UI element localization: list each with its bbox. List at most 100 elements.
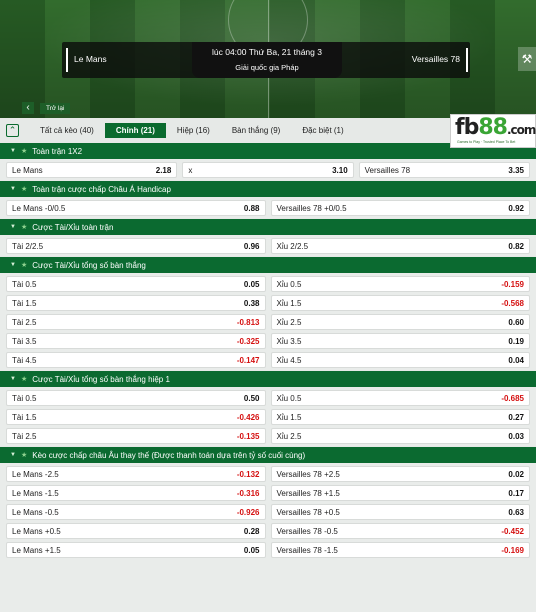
odds-button[interactable]: Versailles 78 +0/0.5 0.92 xyxy=(270,200,530,216)
odds-value: 0.28 xyxy=(243,526,260,536)
odds-button[interactable]: Xỉu 1.5 0.27 xyxy=(270,409,530,425)
odds-button[interactable]: Le Mans -2.5 -0.132 xyxy=(6,466,266,482)
chevron-down-icon[interactable]: ▼ xyxy=(10,148,16,154)
odds-row: Le Mans 2.18 x 3.10 Versailles 78 3.35 xyxy=(6,162,530,178)
star-icon[interactable]: ★ xyxy=(21,261,27,269)
match-header: Le Mans lúc 04:00 Thứ Ba, 21 tháng 3 Giả… xyxy=(0,0,536,118)
odds-button[interactable]: Tài 2.5 -0.135 xyxy=(6,428,266,444)
odds-button[interactable]: Versailles 78 +2.5 0.02 xyxy=(270,466,530,482)
odds-button[interactable]: Versailles 78 +1.5 0.17 xyxy=(270,485,530,501)
odds-button[interactable]: Xỉu 2/2.5 0.82 xyxy=(270,238,530,254)
odds-button[interactable]: Xỉu 1.5 -0.568 xyxy=(270,295,530,311)
logo-text: fb88.com xyxy=(455,115,536,140)
odds-button[interactable]: Tài 2.5 -0.813 xyxy=(6,314,266,330)
market-header[interactable]: ▼ ★ Cược Tài/Xỉu toàn trận xyxy=(0,218,536,235)
odds-button[interactable]: Le Mans +0.5 0.28 xyxy=(6,523,266,539)
market-header[interactable]: ▼ ★ Cược Tài/Xỉu tổng số bàn thắng xyxy=(0,256,536,273)
market-section: ▼ ★ Kèo cược chấp châu Âu thay thế (Được t… xyxy=(0,446,536,560)
selection-label: x xyxy=(188,165,193,175)
odds-button[interactable]: Xỉu 3.5 0.19 xyxy=(270,333,530,349)
odds-button[interactable]: Versailles 78 -1.5 -0.169 xyxy=(270,542,530,558)
odds-button[interactable]: Tài 1.5 -0.426 xyxy=(6,409,266,425)
odds-value: 0.38 xyxy=(243,298,260,308)
selection-label: Tài 2.5 xyxy=(12,317,37,327)
chevron-left-icon[interactable]: ‹ xyxy=(22,102,34,114)
odds-button[interactable]: Xỉu 0.5 -0.685 xyxy=(270,390,530,406)
odds-button[interactable]: Xỉu 2.5 0.60 xyxy=(270,314,530,330)
market-header[interactable]: ▼ ★ Kèo cược chấp châu Âu thay thế (Được t… xyxy=(0,446,536,463)
odds-value: -0.813 xyxy=(236,317,260,327)
star-icon[interactable]: ★ xyxy=(21,223,27,231)
selection-label: Xỉu 4.5 xyxy=(276,355,302,365)
selection-label: Xỉu 2.5 xyxy=(276,317,302,327)
odds-button[interactable]: Tài 4.5 -0.147 xyxy=(6,352,266,368)
back-button[interactable]: ‹ Trở lại xyxy=(22,102,71,114)
selection-label: Versailles 78 +0.5 xyxy=(276,507,340,517)
odds-value: 0.63 xyxy=(508,507,524,517)
selection-label: Xỉu 0.5 xyxy=(276,279,302,289)
tab-half[interactable]: Hiệp (16) xyxy=(166,123,221,138)
odds-button[interactable]: Le Mans -0.5 -0.926 xyxy=(6,504,266,520)
odds-button[interactable]: Tài 0.5 0.50 xyxy=(6,390,266,406)
odds-button[interactable]: Versailles 78 +0.5 0.63 xyxy=(270,504,530,520)
odds-value: -0.316 xyxy=(236,488,260,498)
odds-button[interactable]: Xỉu 2.5 0.03 xyxy=(270,428,530,444)
odds-button[interactable]: Le Mans +1.5 0.05 xyxy=(6,542,266,558)
back-label[interactable]: Trở lại xyxy=(40,102,71,114)
odds-button[interactable]: Le Mans -1.5 -0.316 xyxy=(6,485,266,501)
star-icon[interactable]: ★ xyxy=(21,147,27,155)
odds-value: -0.325 xyxy=(236,336,260,346)
odds-value: 0.50 xyxy=(243,393,260,403)
chevron-down-icon[interactable]: ▼ xyxy=(10,186,16,192)
star-icon[interactable]: ★ xyxy=(21,185,27,193)
logo-tagline: Games to Play · Trusted Place To Bet xyxy=(457,140,516,144)
odds-row: Le Mans -1.5 -0.316 Versailles 78 +1.5 0.17 xyxy=(6,485,530,501)
odds-value: 3.35 xyxy=(508,165,524,175)
market-title: Cược Tài/Xỉu toàn trận xyxy=(32,222,114,232)
market-header[interactable]: ▼ ★ Cược Tài/Xỉu tổng số bàn thắng hiệp 1 xyxy=(0,370,536,387)
chevron-down-icon[interactable]: ▼ xyxy=(10,262,16,268)
match-info: lúc 04:00 Thứ Ba, 21 tháng 3 Giải quốc g… xyxy=(192,42,342,78)
odds-button[interactable]: Tài 2/2.5 0.96 xyxy=(6,238,266,254)
selection-label: Versailles 78 -1.5 xyxy=(276,545,338,555)
selection-label: Le Mans -0.5 xyxy=(12,507,59,517)
odds-row: Tài 0.5 0.05 Xỉu 0.5 -0.159 xyxy=(6,276,530,292)
market-title: Toàn trận cược chấp Châu Á Handicap xyxy=(32,184,171,194)
odds-button[interactable]: Tài 3.5 -0.325 xyxy=(6,333,266,349)
odds-rows: Tài 0.5 0.05 Xỉu 0.5 -0.159 Tài 1.5 0.38 Xỉu 1… xyxy=(0,276,536,370)
odds-row: Le Mans -2.5 -0.132 Versailles 78 +2.5 0.02 xyxy=(6,466,530,482)
odds-rows: Le Mans -0/0.5 0.88 Versailles 78 +0/0.5 0.… xyxy=(0,200,536,218)
star-icon[interactable]: ★ xyxy=(21,451,27,459)
selection-label: Versailles 78 +1.5 xyxy=(276,488,340,498)
odds-button[interactable]: x 3.10 xyxy=(182,162,354,178)
chevron-down-icon[interactable]: ▼ xyxy=(10,452,16,458)
odds-button[interactable]: Versailles 78 -0.5 -0.452 xyxy=(270,523,530,539)
tab-goals[interactable]: Bàn thắng (9) xyxy=(221,123,291,138)
odds-value: 0.03 xyxy=(508,431,524,441)
odds-button[interactable]: Xỉu 4.5 0.04 xyxy=(270,352,530,368)
pin-icon[interactable]: ⚒ xyxy=(518,47,536,71)
odds-button[interactable]: Le Mans -0/0.5 0.88 xyxy=(6,200,266,216)
odds-rows: Le Mans 2.18 x 3.10 Versailles 78 3.35 xyxy=(0,162,536,180)
odds-button[interactable]: Tài 1.5 0.38 xyxy=(6,295,266,311)
star-icon[interactable]: ★ xyxy=(21,375,27,383)
odds-button[interactable]: Le Mans 2.18 xyxy=(6,162,178,178)
odds-value: 3.10 xyxy=(332,165,348,175)
selection-label: Le Mans xyxy=(12,165,43,175)
odds-button[interactable]: Tài 0.5 0.05 xyxy=(6,276,266,292)
market-header[interactable]: ▼ ★ Toàn trận cược chấp Châu Á Handicap xyxy=(0,180,536,197)
selection-label: Xỉu 2/2.5 xyxy=(276,241,309,251)
odds-button[interactable]: Xỉu 0.5 -0.159 xyxy=(270,276,530,292)
market-section: ▼ ★ Cược Tài/Xỉu toàn trận Tài 2/2.5 0.96 Xỉu… xyxy=(0,218,536,256)
odds-value: 0.17 xyxy=(508,488,524,498)
selection-label: Versailles 78 xyxy=(364,165,411,175)
chevron-down-icon[interactable]: ▼ xyxy=(10,376,16,382)
odds-value: 0.19 xyxy=(508,336,524,346)
tab-special[interactable]: Đặc biệt (1) xyxy=(291,123,354,138)
odds-value: -0.132 xyxy=(236,469,260,479)
collapse-all-icon[interactable]: ⌃ xyxy=(6,123,19,137)
tab-all[interactable]: Tất cả kèo (40) xyxy=(29,123,105,138)
odds-button[interactable]: Versailles 78 3.35 xyxy=(358,162,530,178)
tab-main[interactable]: Chính (21) xyxy=(104,122,166,138)
chevron-down-icon[interactable]: ▼ xyxy=(10,224,16,230)
